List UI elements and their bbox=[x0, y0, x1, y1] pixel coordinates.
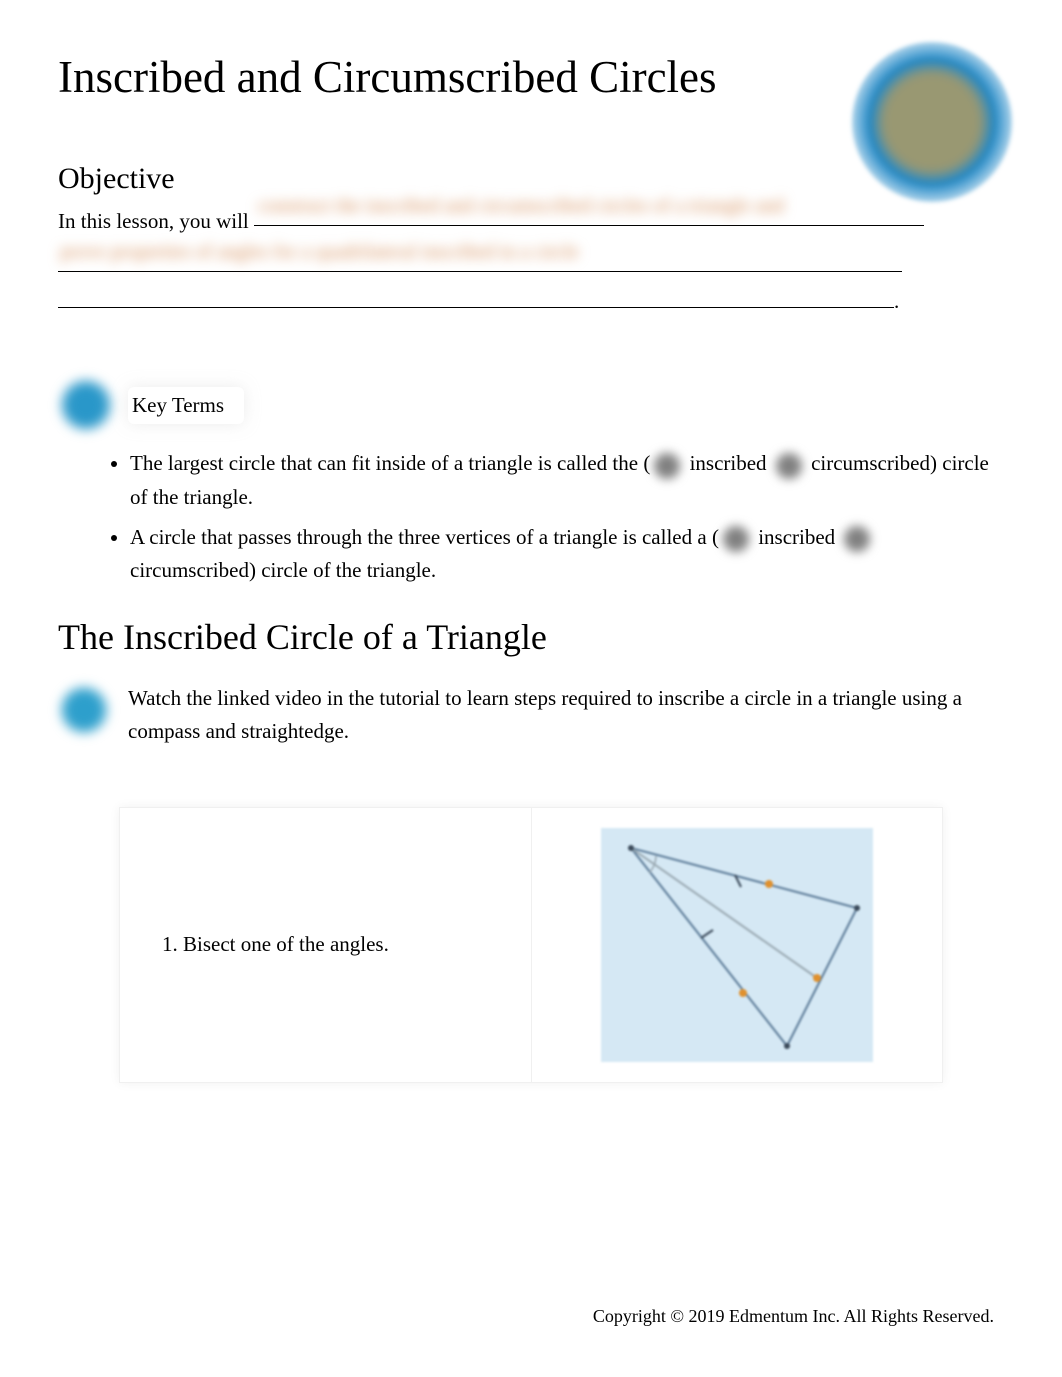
step-text-cell: Bisect one of the angles. bbox=[120, 807, 532, 1082]
steps-table: Bisect one of the angles. bbox=[119, 807, 943, 1083]
choice-dot-icon[interactable] bbox=[654, 453, 680, 479]
fill-in-blank-line[interactable]: construct the inscribed and circumscribe… bbox=[254, 225, 924, 226]
term-text-pre: The largest circle that can fit inside o… bbox=[130, 451, 650, 475]
key-terms-icon bbox=[58, 377, 114, 433]
video-instruction-row: Watch the linked video in the tutorial t… bbox=[58, 682, 1004, 749]
step-figure-cell bbox=[531, 807, 943, 1082]
triangle-bisect-figure bbox=[601, 828, 873, 1062]
term-text-pre: A circle that passes through the three v… bbox=[130, 525, 719, 549]
section-heading: The Inscribed Circle of a Triangle bbox=[58, 616, 1004, 658]
header: Inscribed and Circumscribed Circles bbox=[58, 50, 1004, 104]
video-icon bbox=[58, 684, 110, 736]
video-instruction-text: Watch the linked video in the tutorial t… bbox=[128, 682, 1004, 749]
term-option: inscribed bbox=[753, 525, 840, 549]
key-terms-section: Key Terms bbox=[58, 377, 1004, 433]
blurred-answer-text: construct the inscribed and circumscribe… bbox=[258, 189, 784, 223]
objective-intro: In this lesson, you will bbox=[58, 209, 254, 233]
trailing-period: . bbox=[894, 289, 899, 313]
brand-logo-icon bbox=[852, 42, 1012, 202]
list-item: A circle that passes through the three v… bbox=[130, 521, 1004, 588]
choice-dot-icon[interactable] bbox=[723, 526, 749, 552]
choice-dot-icon[interactable] bbox=[844, 526, 870, 552]
choice-dot-icon[interactable] bbox=[776, 453, 802, 479]
fill-in-blank-line[interactable] bbox=[58, 280, 894, 308]
key-terms-list: The largest circle that can fit inside o… bbox=[130, 447, 1004, 587]
term-option: inscribed bbox=[684, 451, 771, 475]
triangle-diagram-icon bbox=[601, 828, 873, 1062]
copyright-footer: Copyright © 2019 Edmentum Inc. All Right… bbox=[593, 1306, 994, 1327]
objective-text: In this lesson, you will construct the i… bbox=[58, 204, 1004, 319]
table-row: Bisect one of the angles. bbox=[120, 807, 943, 1082]
blurred-answer-text: prove properties of angles for a quadril… bbox=[60, 235, 579, 269]
term-option: circumscribed) circle of the triangle. bbox=[130, 558, 436, 582]
list-item: The largest circle that can fit inside o… bbox=[130, 447, 1004, 514]
key-terms-label: Key Terms bbox=[132, 393, 224, 417]
step-text: Bisect one of the angles. bbox=[162, 932, 503, 957]
fill-in-blank-line[interactable]: prove properties of angles for a quadril… bbox=[58, 244, 902, 272]
